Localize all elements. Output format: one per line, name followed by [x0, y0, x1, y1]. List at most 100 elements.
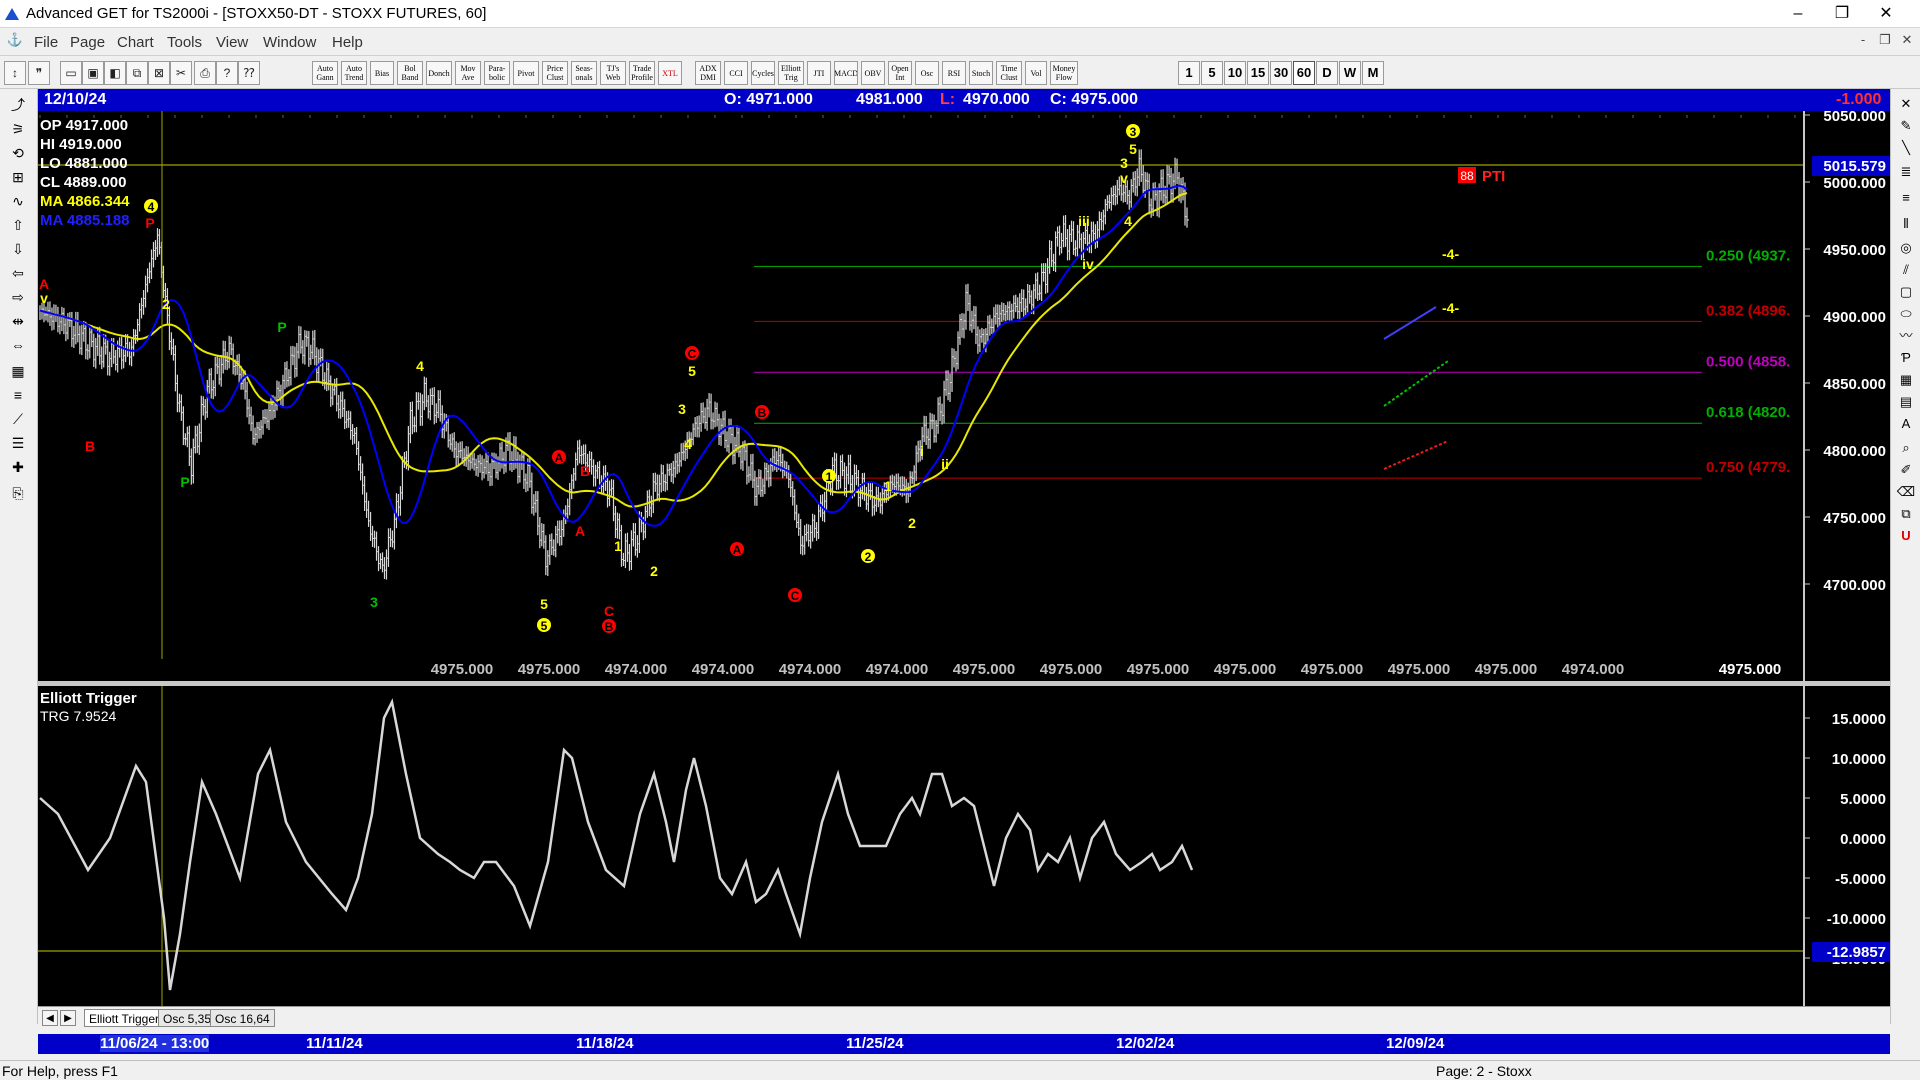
- study-button-bias[interactable]: Bias: [370, 61, 394, 85]
- period-button-15[interactable]: 15: [1247, 61, 1269, 85]
- paste-icon[interactable]: ⊠: [148, 61, 170, 85]
- study-button-open-int[interactable]: Open Int: [888, 61, 912, 85]
- study-button-auto-gann[interactable]: Auto Gann: [312, 61, 338, 85]
- study-button-auto-trend[interactable]: Auto Trend: [341, 61, 367, 85]
- fib-ext-icon[interactable]: ≡: [1895, 187, 1917, 209]
- ellipse-icon[interactable]: ⬭: [1895, 303, 1917, 325]
- crosshair-icon[interactable]: ✚: [4, 457, 32, 477]
- maximize-button[interactable]: ❐: [1820, 0, 1864, 28]
- grid-tool-icon[interactable]: ▦: [1895, 369, 1917, 391]
- grid-icon[interactable]: ▦: [4, 361, 32, 381]
- tab-osc-16-64[interactable]: Osc 16,64: [210, 1009, 275, 1027]
- mob-icon[interactable]: ▤: [1895, 391, 1917, 413]
- zoom-icon[interactable]: ⌕: [1895, 437, 1917, 459]
- study-button-pivot[interactable]: Pivot: [513, 61, 539, 85]
- lines-icon[interactable]: ≡: [4, 385, 32, 405]
- tab-scroll-right-icon[interactable]: ▶: [60, 1010, 76, 1026]
- study-icon[interactable]: ⊞: [4, 167, 32, 187]
- menu-tools[interactable]: Tools: [167, 34, 202, 51]
- price-chart-canvas[interactable]: 0.250 (4937. 0.382 (4896. 0.500 (4858. 0.61…: [38, 108, 1890, 681]
- fib-icon[interactable]: ☰: [4, 433, 32, 453]
- arrow-left-icon[interactable]: ⇦: [4, 263, 32, 283]
- eraser-icon[interactable]: ⌫: [1895, 481, 1917, 503]
- arrow-up-icon[interactable]: ⇧: [4, 215, 32, 235]
- tab-scroll-left-icon[interactable]: ◀: [42, 1010, 58, 1026]
- question-icon[interactable]: ?: [216, 61, 238, 85]
- period-button-1[interactable]: 1: [1178, 61, 1200, 85]
- close-button[interactable]: ✕: [1864, 0, 1908, 28]
- period-button-w[interactable]: W: [1339, 61, 1361, 85]
- tab-osc-5-35[interactable]: Osc 5,35: [158, 1009, 217, 1027]
- study-button-cci[interactable]: CCI: [724, 61, 748, 85]
- study-button-stoch[interactable]: Stoch: [969, 61, 993, 85]
- fib-time-icon[interactable]: ⫴: [1895, 213, 1917, 235]
- channel-icon[interactable]: ⫽: [1895, 259, 1917, 281]
- study-button-time-clust[interactable]: Time Clust: [996, 61, 1022, 85]
- mdi-close-button[interactable]: ✕: [1896, 32, 1918, 52]
- mdi-restore-button[interactable]: ❐: [1874, 32, 1896, 52]
- period-button-10[interactable]: 10: [1224, 61, 1246, 85]
- wave-icon[interactable]: 〰: [1895, 325, 1917, 347]
- study-button-vol[interactable]: Vol: [1025, 61, 1047, 85]
- text-tool-icon[interactable]: A: [1895, 413, 1917, 435]
- fib-ret-icon[interactable]: ≣: [1895, 161, 1917, 183]
- period-button-30[interactable]: 30: [1270, 61, 1292, 85]
- study-button-macd[interactable]: MACD: [834, 61, 858, 85]
- copy-icon[interactable]: ⧉: [126, 61, 148, 85]
- menu-help[interactable]: Help: [332, 34, 363, 51]
- study-button-tj-s-web[interactable]: TJ's Web: [600, 61, 626, 85]
- trend-tool-icon[interactable]: ⤴: [4, 95, 32, 115]
- minimize-button[interactable]: –: [1776, 0, 1820, 28]
- study-button-adx-dmi[interactable]: ADX DMI: [695, 61, 721, 85]
- cut-icon[interactable]: ✂: [170, 61, 192, 85]
- menu-chart[interactable]: Chart: [117, 34, 154, 51]
- study-button-elliott-trig[interactable]: Elliott Trig: [778, 61, 804, 85]
- box-icon[interactable]: ▢: [1895, 281, 1917, 303]
- shrink-icon[interactable]: ⇹: [4, 311, 32, 331]
- help-cursor-icon[interactable]: ⁇: [238, 61, 260, 85]
- pencil-icon[interactable]: ✎: [1895, 115, 1917, 137]
- close-tool-icon[interactable]: ✕: [1895, 93, 1917, 115]
- elliott-icon[interactable]: ∿: [4, 191, 32, 211]
- study-button-jti[interactable]: JTI: [807, 61, 831, 85]
- quote-icon[interactable]: ❞: [28, 61, 50, 85]
- study-button-xtl[interactable]: XTL: [658, 61, 682, 85]
- oscillator-pane[interactable]: 15.0000 10.0000 5.0000 0.0000 -5.0000 -10.000…: [38, 686, 1890, 1006]
- study-button-money-flow[interactable]: Money Flow: [1050, 61, 1078, 85]
- gann-fan-icon[interactable]: ⚞: [4, 119, 32, 139]
- menu-view[interactable]: View: [216, 34, 248, 51]
- price-chart[interactable]: 0.250 (4937. 0.382 (4896. 0.500 (4858. 0.61…: [38, 108, 1890, 681]
- menu-page[interactable]: Page: [70, 34, 105, 51]
- layers-icon[interactable]: ⧉: [1895, 503, 1917, 525]
- study-button-trade-profile[interactable]: Trade Profile: [629, 61, 655, 85]
- pti-icon[interactable]: Ƥ: [1895, 347, 1917, 369]
- line-tool-icon[interactable]: ╲: [1895, 137, 1917, 159]
- new-icon[interactable]: ▭: [60, 61, 82, 85]
- period-button-60[interactable]: 60: [1293, 61, 1315, 85]
- period-button-m[interactable]: M: [1362, 61, 1384, 85]
- arrow-right-icon[interactable]: ⇨: [4, 287, 32, 307]
- mdi-minimize-button[interactable]: -: [1852, 32, 1874, 52]
- reset-icon[interactable]: ⟲: [4, 143, 32, 163]
- study-button-obv[interactable]: OBV: [861, 61, 885, 85]
- study-button-cycles[interactable]: Cycles: [751, 61, 775, 85]
- study-button-rsi[interactable]: RSI: [942, 61, 966, 85]
- study-button-donch[interactable]: Donch: [426, 61, 452, 85]
- export-icon[interactable]: ⎘: [4, 483, 32, 503]
- study-button-bol-band[interactable]: Bol Band: [397, 61, 423, 85]
- menu-file[interactable]: File: [34, 34, 58, 51]
- menu-window[interactable]: Window: [263, 34, 316, 51]
- pointer-icon[interactable]: ↕: [4, 61, 26, 85]
- period-button-d[interactable]: D: [1316, 61, 1338, 85]
- study-button-para-bolic[interactable]: Para-bolic: [484, 61, 510, 85]
- study-button-osc[interactable]: Osc: [915, 61, 939, 85]
- tab-elliott-trigger[interactable]: Elliott Trigger: [84, 1009, 165, 1027]
- spiral-icon[interactable]: ◎: [1895, 237, 1917, 259]
- study-button-mov-ave[interactable]: Mov Ave: [455, 61, 481, 85]
- expand-icon[interactable]: ⇔: [4, 335, 32, 355]
- print-icon[interactable]: ⎙: [194, 61, 216, 85]
- paint-icon[interactable]: ✐: [1895, 459, 1917, 481]
- open-icon[interactable]: ▣: [82, 61, 104, 85]
- save-icon[interactable]: ◧: [104, 61, 126, 85]
- study-button-price-clust[interactable]: Price Clust: [542, 61, 568, 85]
